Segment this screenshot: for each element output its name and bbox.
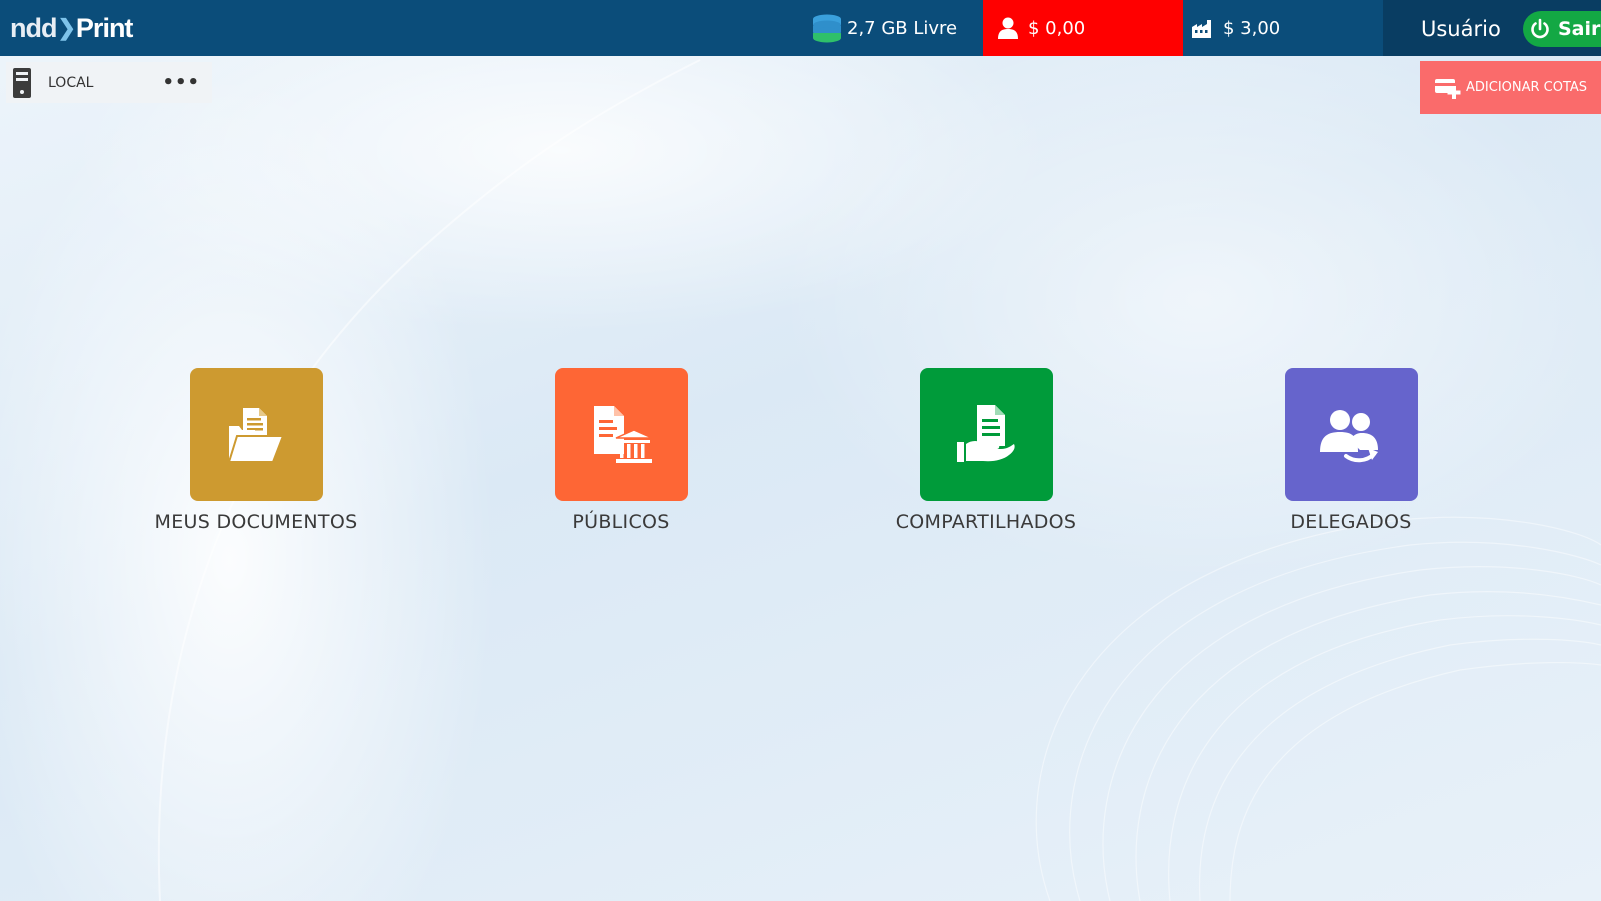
server-icon [13,67,31,98]
tile-label: PÚBLICOS [572,511,670,533]
location-label: LOCAL [48,74,94,91]
user-icon [998,17,1018,39]
add-quota-button[interactable]: ADICIONAR COTAS [1420,61,1601,114]
factory-icon [1192,20,1211,38]
tile-my-documents[interactable]: MEUS DOCUMENTOS [136,368,376,538]
add-quota-label: ADICIONAR COTAS [1466,80,1588,95]
tile-label: MEUS DOCUMENTOS [154,511,358,533]
tile-public-square[interactable] [554,368,688,501]
delegated-users-icon [1320,409,1378,462]
power-icon [1528,17,1552,41]
tile-delegated[interactable]: DELEGADOS [1231,368,1471,538]
logout-label: Sair [1558,18,1601,40]
more-options-icon[interactable]: ••• [162,72,200,93]
tile-label: DELEGADOS [1290,511,1412,533]
logout-button[interactable]: Sair [1523,11,1601,47]
user-quota: $ 0,00 [983,0,1183,56]
company-quota-value: $ 3,00 [1223,17,1281,39]
tile-public[interactable]: PÚBLICOS [501,368,741,538]
shared-document-icon [957,404,1015,462]
username: Usuário [1421,17,1501,41]
database-icon [813,14,841,43]
public-document-icon [594,405,653,463]
add-card-icon [1435,78,1461,99]
tile-shared-square[interactable] [919,368,1053,501]
app-logo: ndd ❯ Print [10,12,133,43]
logo-chevron-icon: ❯ [57,15,75,40]
company-quota: $ 3,00 [1183,0,1383,56]
tile-delegated-square[interactable] [1284,368,1418,501]
location-selector[interactable]: LOCAL ••• [6,62,212,103]
tile-label: COMPARTILHADOS [895,511,1077,533]
storage-free-text: 2,7 GB Livre [847,17,958,39]
user-area: Usuário Sair [1383,0,1601,56]
tile-shared[interactable]: COMPARTILHADOS [866,368,1106,538]
storage-indicator: 2,7 GB Livre [812,0,957,56]
top-bar: ndd ❯ Print 2,7 GB Livre $ 0,00 $ 3,00 U… [0,0,1601,56]
tile-my-documents-square[interactable] [189,368,323,501]
user-quota-value: $ 0,00 [1028,17,1086,39]
folder-document-icon [227,407,285,463]
